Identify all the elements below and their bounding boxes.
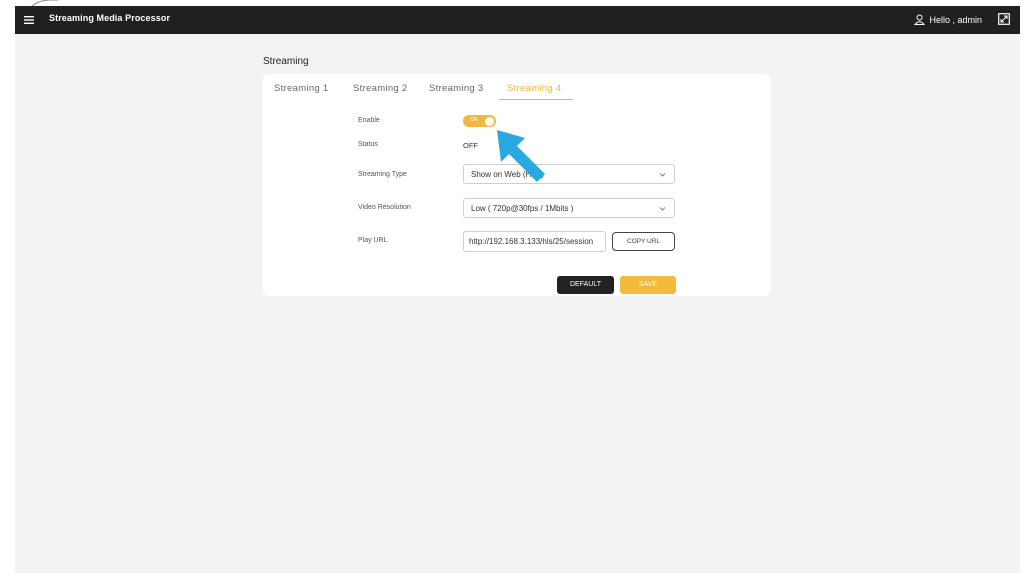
- video-resolution-label: Video Resolution: [358, 204, 411, 211]
- active-tab-indicator: [499, 99, 573, 100]
- pointer-arrow-icon: [497, 130, 545, 182]
- expand-icon[interactable]: [998, 13, 1010, 25]
- toggle-on-text: ON: [470, 117, 478, 123]
- save-button[interactable]: SAVE: [620, 276, 676, 294]
- video-resolution-select[interactable]: Low ( 720p@30fps / 1Mbits ): [463, 198, 675, 218]
- chevron-down-icon: [659, 173, 666, 177]
- top-bar: Streaming Media Processor Hello , admin: [15, 6, 1020, 34]
- user-menu[interactable]: Hello , admin: [914, 14, 982, 25]
- play-url-label: Play URL: [358, 237, 388, 244]
- tab-streaming-4[interactable]: Streaming 4: [507, 83, 562, 94]
- enable-label: Enable: [358, 117, 380, 124]
- status-label: Status: [358, 141, 378, 148]
- hamburger-menu-icon[interactable]: [24, 15, 34, 25]
- app-window: Streaming Media Processor Hello , admin …: [15, 6, 1020, 573]
- video-resolution-value: Low ( 720p@30fps / 1Mbits ): [471, 204, 574, 213]
- copy-url-button[interactable]: COPY URL: [612, 232, 675, 251]
- play-url-input[interactable]: [463, 231, 606, 252]
- streaming-type-label: Streaming Type: [358, 171, 407, 178]
- tab-streaming-1[interactable]: Streaming 1: [274, 83, 329, 94]
- default-button[interactable]: DEFAULT: [557, 276, 614, 294]
- enable-toggle[interactable]: ON: [463, 115, 496, 127]
- user-icon: [914, 14, 926, 25]
- user-greeting: Hello , admin: [929, 14, 982, 25]
- tab-streaming-3[interactable]: Streaming 3: [429, 83, 484, 94]
- toggle-knob: [485, 116, 494, 126]
- page-title: Streaming: [263, 56, 309, 67]
- tab-streaming-2[interactable]: Streaming 2: [353, 83, 408, 94]
- app-title: Streaming Media Processor: [49, 13, 171, 23]
- chevron-down-icon: [659, 207, 666, 211]
- status-value: OFF: [463, 141, 478, 150]
